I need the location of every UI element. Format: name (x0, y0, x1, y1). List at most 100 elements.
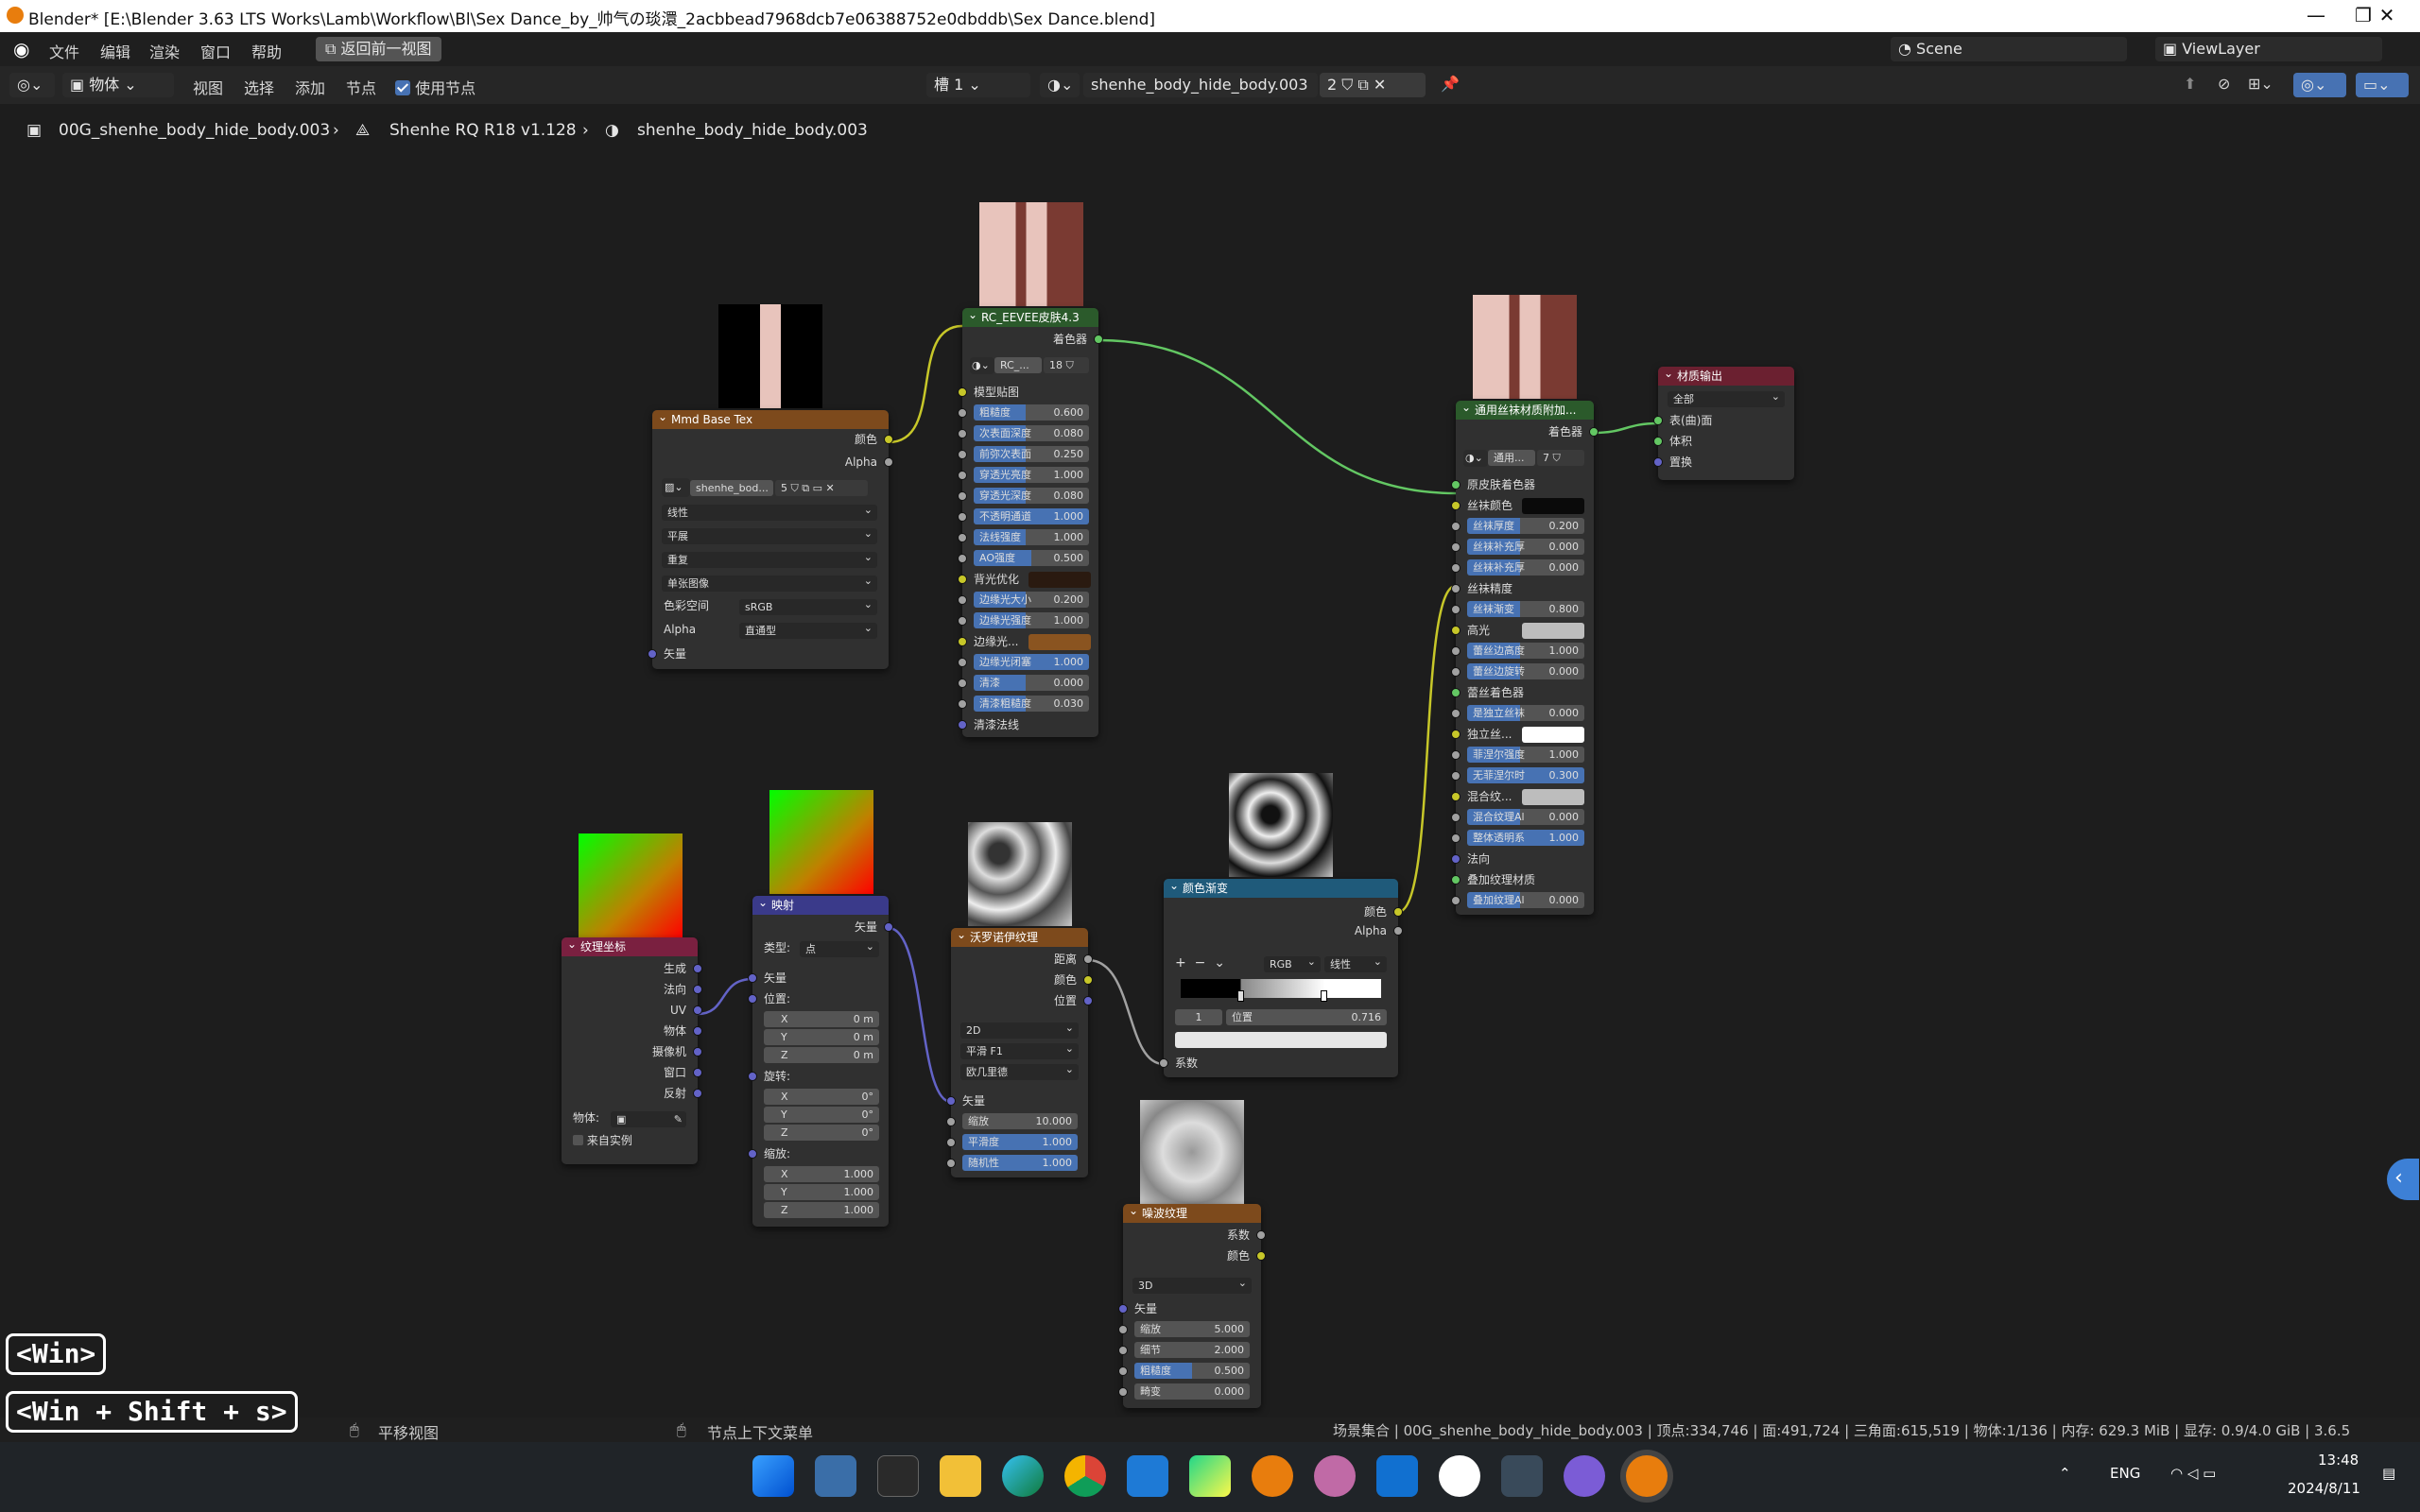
color-swatch[interactable] (1028, 634, 1091, 650)
node-header[interactable]: 纹理坐标 (562, 935, 698, 956)
socket-dot[interactable] (1118, 1304, 1128, 1314)
color-swatch[interactable] (1522, 623, 1584, 639)
value-field[interactable]: 清漆 0.000 (974, 675, 1089, 691)
blender-active-window-icon[interactable] (1626, 1455, 1668, 1497)
socket-dot[interactable] (1451, 480, 1461, 490)
projection-dropdown[interactable]: 平展 (662, 525, 877, 544)
socket-dot[interactable] (1083, 954, 1093, 964)
scene-selector[interactable]: ◔ Scene (1891, 37, 2127, 61)
group-users[interactable]: 7 ⛉ (1537, 450, 1584, 466)
node-mmd-base-tex[interactable]: Mmd Base Tex 颜色 Alpha ▨⌄ shenhe_bod... 5… (648, 407, 893, 669)
dimensions-dropdown[interactable]: 3D (1132, 1275, 1252, 1294)
vscode-icon[interactable] (1127, 1455, 1168, 1497)
snap-icon[interactable]: ⊘ (2218, 75, 2230, 93)
socket-dot[interactable] (958, 720, 967, 730)
header-menu-node[interactable]: 节点 (346, 76, 376, 98)
pin-icon[interactable]: 📌 (1441, 75, 1460, 93)
breadcrumb-material[interactable]: shenhe_body_hide_body.003 (637, 121, 868, 140)
vector-component-field[interactable]: Z 0 m (764, 1047, 879, 1063)
socket-dot[interactable] (693, 1005, 702, 1015)
wifi-volume-battery-icons[interactable]: ◠ ◁ ▭ (2170, 1465, 2216, 1482)
socket-dot[interactable] (1118, 1325, 1128, 1334)
socket-dot[interactable] (1451, 833, 1461, 843)
socket-dot[interactable] (1393, 907, 1403, 917)
file-explorer-icon[interactable] (940, 1455, 981, 1497)
color-swatch[interactable] (1028, 572, 1091, 588)
socket-dot[interactable] (693, 1089, 702, 1098)
group-users[interactable]: 18 ⛉ (1044, 357, 1089, 373)
node-noise-texture[interactable]: 噪波纹理 3D 矢量 系数颜色缩放 5.000 细节 2.000 粗糙度 0.500 畸变 0… (1118, 1201, 1266, 1408)
value-field[interactable]: 随机性 1.000 (962, 1155, 1078, 1171)
socket-dot[interactable] (1256, 1230, 1266, 1240)
value-field[interactable]: 法线强度 1.000 (974, 529, 1089, 545)
group-name-field[interactable]: RC_... (994, 357, 1042, 373)
socket-dot[interactable] (958, 429, 967, 438)
unlink-x-icon[interactable]: ✕ (1374, 76, 1386, 94)
socket-dot[interactable] (1451, 605, 1461, 614)
value-field[interactable]: AO强度 0.500 (974, 550, 1089, 566)
node-header[interactable]: 沃罗诺伊纹理 (951, 925, 1088, 947)
node-header[interactable]: 材质输出 (1658, 364, 1794, 386)
qq-app-icon[interactable] (1439, 1455, 1480, 1497)
color-ramp-gradient[interactable] (1181, 979, 1381, 998)
value-field[interactable]: 平滑度 1.000 (962, 1134, 1078, 1150)
socket-dot[interactable] (693, 964, 702, 973)
menu-window[interactable]: 窗口 (200, 40, 231, 62)
socket-dot[interactable] (1451, 584, 1461, 593)
vector-component-field[interactable]: Z 1.000 (764, 1202, 879, 1218)
node-header[interactable]: 映射 (752, 893, 889, 915)
obsidian-app-icon[interactable] (1564, 1455, 1605, 1497)
alpha-dropdown[interactable]: 直通型 (739, 620, 877, 639)
sidebar-toggle[interactable]: ▭⌄ (2356, 73, 2409, 97)
use-nodes-checkbox[interactable]: 使用节点 (395, 76, 475, 98)
socket-dot[interactable] (946, 1117, 956, 1126)
photos-app-icon[interactable] (815, 1455, 856, 1497)
socket-dot[interactable] (1653, 416, 1663, 425)
parent-node-tree-icon[interactable]: ⬆ (2184, 75, 2196, 93)
socket-dot[interactable] (1451, 542, 1461, 552)
pycharm-icon[interactable] (1189, 1455, 1231, 1497)
node-color-ramp[interactable]: 颜色渐变 颜色 Alpha + − ⌄ RGB 线性 1 位置 0.716 系数 (1159, 876, 1403, 1077)
vector-component-field[interactable]: Y 1.000 (764, 1184, 879, 1200)
socket-dot[interactable] (693, 985, 702, 994)
node-voronoi-texture[interactable]: 沃罗诺伊纹理 2D 平滑 F1 欧几里德 矢量 距离颜色位置缩放 10.000 平滑… (946, 925, 1093, 1177)
vector-component-field[interactable]: Y 0° (764, 1107, 879, 1123)
socket-dot[interactable] (1653, 437, 1663, 446)
terminal-app-icon[interactable] (877, 1455, 919, 1497)
socket-dot[interactable] (1451, 626, 1461, 635)
socket-dot[interactable] (1451, 501, 1461, 510)
value-field[interactable]: 叠加纹理Al 0.000 (1467, 892, 1584, 908)
node-header[interactable]: Mmd Base Tex (652, 407, 889, 429)
socket-dot[interactable] (958, 512, 967, 522)
menu-file[interactable]: 文件 (49, 40, 79, 62)
mapping-type-dropdown[interactable]: 点 (800, 938, 879, 957)
slot-dropdown[interactable]: 槽 1 ⌄ (926, 73, 1030, 97)
socket-dot[interactable] (1118, 1387, 1128, 1397)
node-header[interactable]: 噪波纹理 (1123, 1201, 1261, 1223)
windows-start-icon[interactable] (752, 1455, 794, 1497)
image-browse-icon[interactable]: ▨⌄ (662, 478, 690, 497)
output-target-dropdown[interactable]: 全部 (1668, 388, 1785, 407)
object-type-dropdown[interactable]: ▣ 物体 ⌄ (62, 73, 174, 97)
socket-dot[interactable] (946, 1096, 956, 1106)
ramp-add-remove-buttons[interactable]: + − ⌄ (1175, 954, 1225, 971)
value-field[interactable]: 是独立丝袜 0.000 (1467, 705, 1584, 721)
socket-dot[interactable] (1159, 1058, 1168, 1068)
group-name-field[interactable]: 通用... (1488, 450, 1535, 466)
value-field[interactable]: 畸变 0.000 (1134, 1383, 1250, 1400)
value-field[interactable]: 缩放 10.000 (962, 1113, 1078, 1129)
tray-date[interactable]: 2024/8/11 (2288, 1480, 2360, 1497)
value-field[interactable]: 穿透光深度 0.080 (974, 488, 1089, 504)
socket-dot[interactable] (693, 1068, 702, 1077)
ramp-color-mode-dropdown[interactable]: RGB (1264, 954, 1321, 972)
color-space-dropdown[interactable]: sRGB (739, 596, 877, 615)
socket-dot[interactable] (1451, 896, 1461, 905)
value-field[interactable]: 清漆粗糙度 0.030 (974, 696, 1089, 712)
ramp-stop-1[interactable] (1321, 990, 1327, 1002)
color-swatch[interactable] (1522, 727, 1584, 743)
image-name-field[interactable]: shenhe_bod... (690, 480, 773, 496)
socket-dot[interactable] (958, 387, 967, 397)
node-header[interactable]: RC_EEVEE皮肤4.3 (962, 305, 1098, 327)
socket-dot[interactable] (958, 471, 967, 480)
header-menu-add[interactable]: 添加 (295, 76, 325, 98)
